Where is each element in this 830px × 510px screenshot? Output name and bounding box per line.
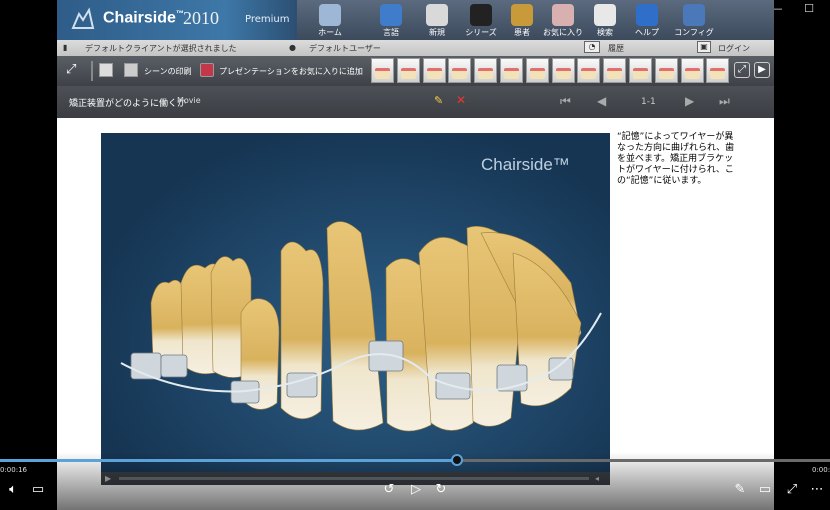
- cart-square-icon[interactable]: [99, 63, 113, 77]
- brand-edition: Premium: [245, 14, 290, 25]
- scene-thumbnail[interactable]: [551, 58, 575, 83]
- heart-icon[interactable]: [200, 63, 214, 77]
- previous-page-icon[interactable]: ◀: [597, 94, 606, 108]
- close-icon[interactable]: ✕: [456, 93, 466, 107]
- video-frame[interactable]: Chairside™: [101, 133, 610, 485]
- edit-icon[interactable]: ✎: [729, 482, 751, 497]
- maximize-button[interactable]: ☐: [794, 0, 824, 18]
- next-page-icon[interactable]: ▶: [685, 94, 694, 108]
- camera-icon[interactable]: ▶: [754, 62, 770, 78]
- clapperboard-icon: [470, 4, 492, 26]
- scene-thumbnail[interactable]: [371, 58, 394, 83]
- tooth-thumbnail-icon: [400, 68, 416, 79]
- tooth-thumbnail-icon: [555, 68, 571, 79]
- clock-icon[interactable]: ◔: [584, 41, 600, 53]
- tooth-thumbnail-icon: [478, 68, 494, 79]
- time-remaining: 0:00:14: [812, 466, 830, 474]
- tooth-thumbnail-icon: [684, 68, 700, 79]
- user-bar: ▮ デフォルトクライアントが選択されました ● デフォルトユーザー ◔ 履歴 ▣…: [57, 40, 774, 56]
- scene-thumbnail[interactable]: [474, 58, 498, 83]
- skip-back-10-icon[interactable]: ↺: [378, 482, 400, 497]
- dental-chair-icon: [319, 4, 341, 26]
- chairside-app: Chairside™ 2010 Premium ホーム 言語 新規 シリーズ 患者 お気に…: [57, 0, 774, 510]
- tooth-thumbnail-icon: [581, 68, 597, 79]
- print-icon[interactable]: [124, 63, 138, 77]
- scene-thumbnail[interactable]: [680, 58, 704, 83]
- tooth-thumbnail-icon: [710, 68, 726, 79]
- new-icon: [426, 4, 448, 26]
- presentation-title: 矯正装置がどのように働くか: [69, 99, 187, 109]
- nav-dental-chair[interactable]: ホーム: [302, 2, 358, 40]
- presentation-kind: Movie: [177, 96, 201, 105]
- scene-thumbnail[interactable]: [448, 58, 472, 83]
- brand-name-text: Chairside: [103, 9, 176, 27]
- page-indicator: 1-1: [641, 97, 656, 107]
- fullscreen-toggle-icon[interactable]: ⤢: [781, 482, 803, 497]
- favorites-icon: [552, 4, 574, 26]
- tooth-thumbnail-icon: [633, 68, 648, 79]
- client-status: デフォルトクライアントが選択されました: [85, 44, 237, 53]
- brand-logo: Chairside™ 2010 Premium: [57, 0, 297, 40]
- help-icon: [636, 4, 658, 26]
- mini-view-icon[interactable]: ▭: [754, 482, 776, 497]
- chairside-logo-icon: [71, 7, 95, 29]
- seek-handle[interactable]: [450, 454, 463, 466]
- subtitles-icon[interactable]: ▭: [27, 482, 49, 497]
- tooth-thumbnail-icon: [375, 68, 390, 79]
- scene-thumbnail[interactable]: [396, 58, 420, 83]
- nav-label: コンフィグ: [674, 28, 714, 37]
- toolbar-divider: [91, 61, 93, 81]
- print-scene-button[interactable]: シーンの印刷: [144, 66, 192, 77]
- scene-description: “記憶”によってワイヤーが異なった方向に曲げれられ、歯を並べます。矯正用ブラケッ…: [617, 132, 735, 186]
- scene-thumbnail[interactable]: [706, 58, 730, 83]
- tooth-thumbnail-icon: [529, 68, 545, 79]
- nav-config-gear[interactable]: コンフィグ: [666, 2, 722, 40]
- tooth-thumbnail-icon: [607, 68, 623, 79]
- login-link[interactable]: ログイン: [718, 43, 750, 54]
- last-page-icon[interactable]: ⏭: [719, 94, 730, 109]
- user-name[interactable]: デフォルトユーザー: [309, 43, 381, 54]
- seek-progress: [0, 459, 457, 462]
- scene-thumbnail[interactable]: [654, 58, 678, 83]
- language-icon: [380, 4, 402, 26]
- config-gear-icon: [683, 4, 705, 26]
- fullscreen-icon[interactable]: ⤢: [66, 62, 82, 78]
- seek-bar[interactable]: [0, 454, 830, 466]
- presentation-title-bar: 矯正装置がどのように働くか Movie ✎ ✕ ⏮ ◀ 1-1 ▶ ⏭: [57, 86, 774, 118]
- top-bar: Chairside™ 2010 Premium ホーム 言語 新規 シリーズ 患者 お気に…: [57, 0, 774, 40]
- cart-icon: ▮: [63, 43, 68, 52]
- scene-thumbnail[interactable]: [577, 58, 601, 83]
- teeth-illustration: [120, 221, 602, 432]
- patient-icon: [511, 4, 533, 26]
- more-options-icon[interactable]: ⋯: [806, 482, 828, 497]
- scene-thumbnail[interactable]: [525, 58, 549, 83]
- volume-icon[interactable]: 🔈︎: [2, 482, 24, 497]
- expand-icon[interactable]: ⤢: [734, 62, 750, 78]
- scene-thumbnail[interactable]: [422, 58, 446, 83]
- tooth-thumbnail-icon: [658, 68, 674, 79]
- play-icon[interactable]: ▷: [405, 482, 427, 497]
- lock-icon[interactable]: ▣: [697, 41, 711, 53]
- tooth-thumbnail-icon: [452, 68, 468, 79]
- toolbar: ⤢ シーンの印刷 プレゼンテーションをお気に入りに追加 ⤢ ▶: [57, 56, 774, 86]
- brand-year: 2010: [183, 8, 219, 28]
- scene-thumbnail[interactable]: [629, 58, 652, 83]
- pencil-icon[interactable]: ✎: [434, 94, 443, 107]
- scene-thumbnail[interactable]: [500, 58, 523, 83]
- skip-forward-30-icon[interactable]: ↻: [430, 482, 452, 497]
- nav-label: ホーム: [318, 28, 342, 37]
- user-icon: ●: [289, 43, 296, 52]
- scene-thumbnail[interactable]: [603, 58, 627, 83]
- search-teeth-icon: [594, 4, 616, 26]
- tooth-thumbnail-icon: [504, 68, 519, 79]
- media-player-window: ⛶ — ☐ Chairside™ 2010 Premium ホーム言語新規シリー…: [0, 0, 830, 510]
- brand-name: Chairside™: [103, 9, 184, 27]
- first-page-icon[interactable]: ⏮: [560, 94, 571, 109]
- add-to-favorites-button[interactable]: プレゼンテーションをお気に入りに追加: [219, 66, 363, 77]
- tooth-thumbnail-icon: [426, 68, 442, 79]
- history-link[interactable]: 履歴: [608, 43, 624, 54]
- time-elapsed: 0:00:16: [0, 466, 27, 474]
